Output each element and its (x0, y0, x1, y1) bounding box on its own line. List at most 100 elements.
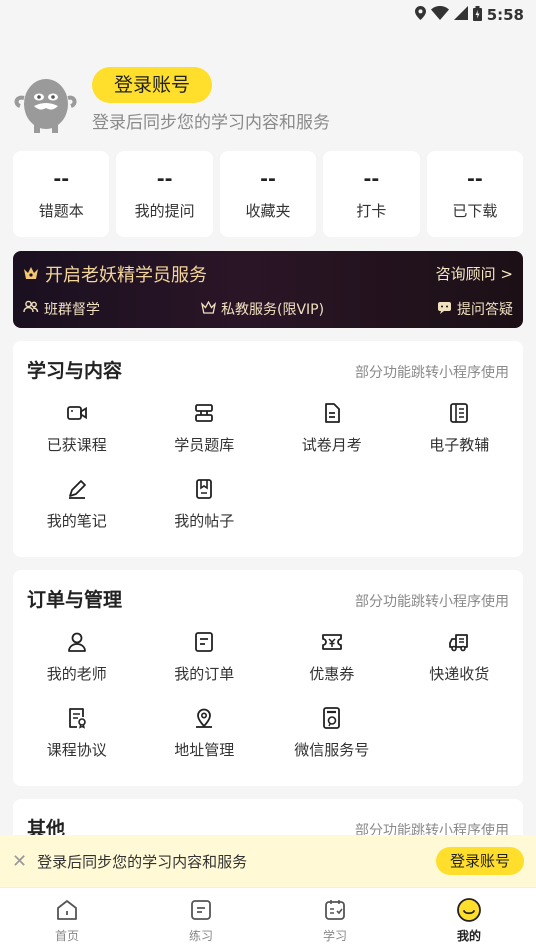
vip-feature-label: 提问答疑 (457, 302, 513, 318)
section-title: 学习与内容 (27, 360, 123, 382)
status-bar: 5:58 (0, 0, 536, 30)
section-title: 订单与管理 (27, 589, 123, 611)
order-icon (195, 632, 214, 652)
menu-item-wechat-service[interactable]: 微信服务号 (268, 706, 396, 768)
stat-card-my-questions[interactable]: -- 我的提问 (116, 151, 213, 237)
stat-value: -- (466, 167, 483, 190)
post-icon (196, 479, 213, 499)
pencil-icon (68, 480, 86, 499)
menu-item-my-orders[interactable]: 我的订单 (141, 630, 269, 692)
menu-label: 我的老师 (46, 665, 107, 683)
tab-study[interactable]: 学习 (268, 888, 402, 952)
teacher-icon (67, 632, 86, 652)
menu-item-courses[interactable]: 已获课程 (13, 401, 141, 463)
menu-label: 我的笔记 (46, 512, 107, 530)
stat-value: -- (260, 167, 276, 190)
exam-paper-icon (324, 403, 340, 423)
ebook-icon (450, 403, 469, 423)
coupon-icon (321, 634, 342, 650)
group-icon (23, 300, 39, 318)
question-bank-icon (195, 404, 214, 422)
vip-title: 开启老妖精学员服务 (45, 265, 207, 286)
battery-icon (472, 5, 482, 25)
menu-item-course-agreement[interactable]: 课程协议 (13, 706, 141, 768)
vip-feature-class-group: 班群督学 (23, 299, 100, 319)
stat-label: 打卡 (356, 201, 387, 220)
smile-icon (457, 897, 481, 922)
signal-icon (453, 6, 468, 24)
home-icon (57, 899, 77, 920)
login-subtitle: 登录后同步您的学习内容和服务 (92, 113, 330, 133)
bottom-tab-bar: 首页 练习 学习 我的 (0, 887, 536, 952)
wifi-icon (430, 6, 449, 24)
location-icon (414, 6, 426, 24)
mascot-avatar-icon (14, 79, 77, 133)
menu-item-my-teacher[interactable]: 我的老师 (13, 630, 141, 692)
menu-label: 我的帖子 (174, 512, 235, 530)
tab-home[interactable]: 首页 (0, 888, 134, 952)
login-button[interactable]: 登录账号 (92, 67, 213, 103)
close-icon[interactable]: ✕ (12, 851, 27, 872)
vip-title-row: 开启老妖精学员服务 (23, 261, 207, 287)
wechat-notice-icon (322, 707, 340, 729)
stat-value: -- (156, 167, 173, 190)
chat-bubble-icon (437, 301, 452, 318)
section-note: 部分功能跳转小程序使用 (355, 365, 509, 381)
tab-label: 首页 (54, 928, 79, 943)
menu-label: 电子教辅 (429, 436, 490, 454)
stat-card-favorites[interactable]: -- 收藏夹 (219, 151, 317, 237)
agreement-icon (68, 708, 86, 729)
vip-feature-label: 私教服务(限VIP) (221, 302, 325, 318)
calendar-icon (325, 899, 345, 920)
video-camera-icon (66, 406, 87, 420)
section-note: 部分功能跳转小程序使用 (355, 594, 509, 610)
tab-label: 学习 (322, 928, 347, 943)
menu-label: 优惠券 (309, 665, 355, 683)
stat-value: -- (53, 167, 70, 190)
stat-card-checkin[interactable]: -- 打卡 (323, 151, 420, 237)
stat-card-downloads[interactable]: -- 已下载 (426, 151, 524, 237)
tab-label: 练习 (188, 928, 213, 943)
login-prompt-bar: ✕ 登录后同步您的学习内容和服务 登录账号 (0, 835, 536, 887)
menu-item-ebooks[interactable]: 电子教辅 (396, 401, 524, 463)
section-learning: 学习与内容 部分功能跳转小程序使用 已获课程 学员题库 试卷月考 电子教辅 我的… (13, 341, 523, 557)
profile-header: 登录账号 登录后同步您的学习内容和服务 (12, 64, 524, 144)
tab-mine[interactable]: 我的 (402, 888, 536, 952)
menu-item-delivery[interactable]: 快递收货 (396, 630, 524, 692)
login-prompt-text: 登录后同步您的学习内容和服务 (37, 852, 248, 871)
vip-feature-qa: 提问答疑 (437, 299, 513, 319)
consult-advisor-link[interactable]: 咨询顾问 > (436, 263, 513, 284)
location-pin-icon (196, 708, 213, 728)
stat-value: -- (363, 167, 380, 190)
section-orders: 订单与管理 部分功能跳转小程序使用 我的老师 我的订单 优惠券 快递收货 课程协… (13, 570, 523, 786)
practice-icon (191, 899, 211, 920)
delivery-truck-icon (449, 634, 469, 652)
vip-feature-label: 班群督学 (44, 302, 100, 318)
menu-label: 试卷月考 (301, 436, 362, 454)
menu-label: 课程协议 (46, 741, 107, 759)
status-time: 5:58 (486, 6, 524, 24)
menu-item-posts[interactable]: 我的帖子 (141, 477, 269, 539)
tab-practice[interactable]: 练习 (134, 888, 268, 952)
menu-item-exam-papers[interactable]: 试卷月考 (268, 401, 396, 463)
tab-label: 我的 (456, 928, 481, 943)
menu-item-coupons[interactable]: 优惠券 (268, 630, 396, 692)
menu-label: 快递收货 (429, 665, 490, 683)
menu-label: 我的订单 (174, 665, 235, 683)
stat-label: 我的提问 (134, 201, 195, 220)
menu-item-address[interactable]: 地址管理 (141, 706, 269, 768)
menu-item-notes[interactable]: 我的笔记 (13, 477, 141, 539)
avatar[interactable] (12, 70, 78, 136)
stats-row: -- 错题本 -- 我的提问 -- 收藏夹 -- 打卡 -- 已下载 (13, 151, 524, 237)
menu-label: 学员题库 (174, 436, 235, 454)
stat-label: 错题本 (38, 201, 84, 220)
menu-label: 微信服务号 (294, 741, 370, 759)
stat-label: 已下载 (452, 201, 498, 220)
login-prompt-button[interactable]: 登录账号 (435, 847, 524, 875)
menu-label: 已获课程 (46, 436, 107, 454)
crown-icon (23, 264, 39, 285)
menu-label: 地址管理 (174, 741, 235, 759)
stat-card-wrong-questions[interactable]: -- 错题本 (13, 151, 110, 237)
vip-banner[interactable]: 开启老妖精学员服务 咨询顾问 > 班群督学 私教服务(限VIP) 提问答疑 (13, 251, 523, 328)
menu-item-question-bank[interactable]: 学员题库 (141, 401, 269, 463)
